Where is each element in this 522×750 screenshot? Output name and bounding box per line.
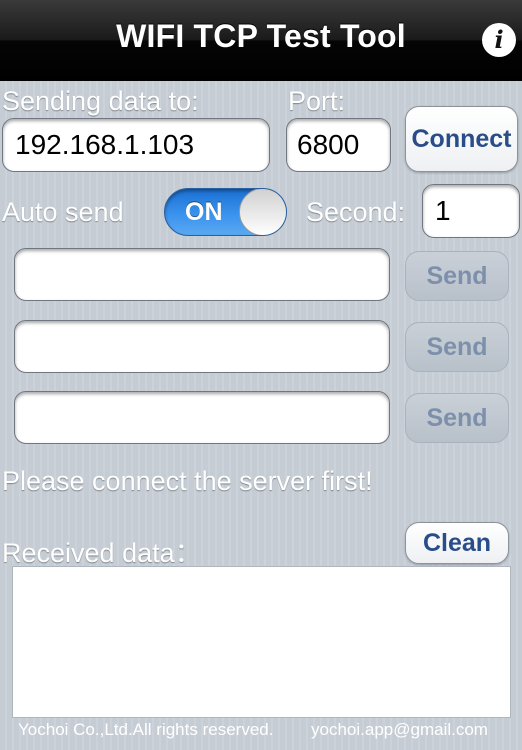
toggle-on-label: ON <box>185 198 223 226</box>
ip-address-field[interactable]: 192.168.1.103 <box>2 118 270 172</box>
auto-send-toggle[interactable]: ON <box>164 188 287 236</box>
status-message: Please connect the server first! <box>2 466 373 496</box>
sending-data-label: Sending data to: <box>2 86 199 116</box>
second-field[interactable]: 1 <box>422 184 520 238</box>
send-button-2[interactable]: Send <box>405 322 509 372</box>
footer-copyright: Yochoi Co.,Ltd.All rights reserved. <box>18 720 274 739</box>
port-field[interactable]: 6800 <box>286 118 391 172</box>
send-input-2[interactable] <box>14 320 390 373</box>
toggle-knob <box>239 189 286 235</box>
received-data-area[interactable] <box>12 566 511 718</box>
clean-button[interactable]: Clean <box>405 522 509 564</box>
send-button-1[interactable]: Send <box>405 251 509 301</box>
received-data-label: Received data： <box>2 538 202 568</box>
send-input-1[interactable] <box>14 248 390 301</box>
title-bar: WIFI TCP Test Tool i <box>0 0 522 81</box>
footer-email[interactable]: yochoi.app@gmail.com <box>311 720 488 740</box>
connect-button[interactable]: Connect <box>405 106 518 172</box>
app-title: WIFI TCP Test Tool <box>116 18 406 54</box>
send-input-3[interactable] <box>14 391 390 444</box>
info-icon[interactable]: i <box>482 23 516 57</box>
send-button-3[interactable]: Send <box>405 393 509 443</box>
second-label: Second: <box>306 197 406 227</box>
port-label: Port: <box>288 86 346 116</box>
auto-send-label: Auto send <box>2 197 124 227</box>
